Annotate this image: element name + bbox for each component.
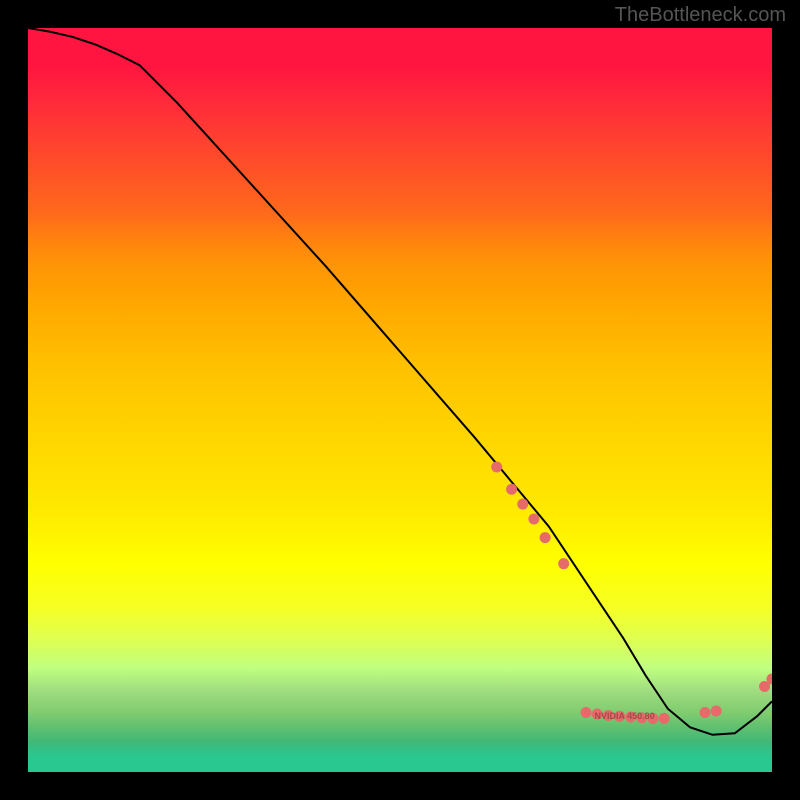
data-marker <box>700 707 711 718</box>
marker-label: NVIDIA 450.80 <box>594 711 654 721</box>
data-marker <box>506 484 517 495</box>
chart-svg: NVIDIA 450.80 <box>28 28 772 772</box>
data-marker <box>659 713 670 724</box>
data-marker <box>517 499 528 510</box>
data-marker <box>528 514 539 525</box>
watermark-text: TheBottleneck.com <box>615 4 786 27</box>
marker-group <box>491 461 772 723</box>
data-marker <box>558 558 569 569</box>
plot-area: NVIDIA 450.80 <box>28 28 772 772</box>
data-marker <box>540 532 551 543</box>
data-marker <box>581 707 592 718</box>
data-marker <box>711 705 722 716</box>
curve-line <box>28 28 772 735</box>
data-marker <box>491 461 502 472</box>
